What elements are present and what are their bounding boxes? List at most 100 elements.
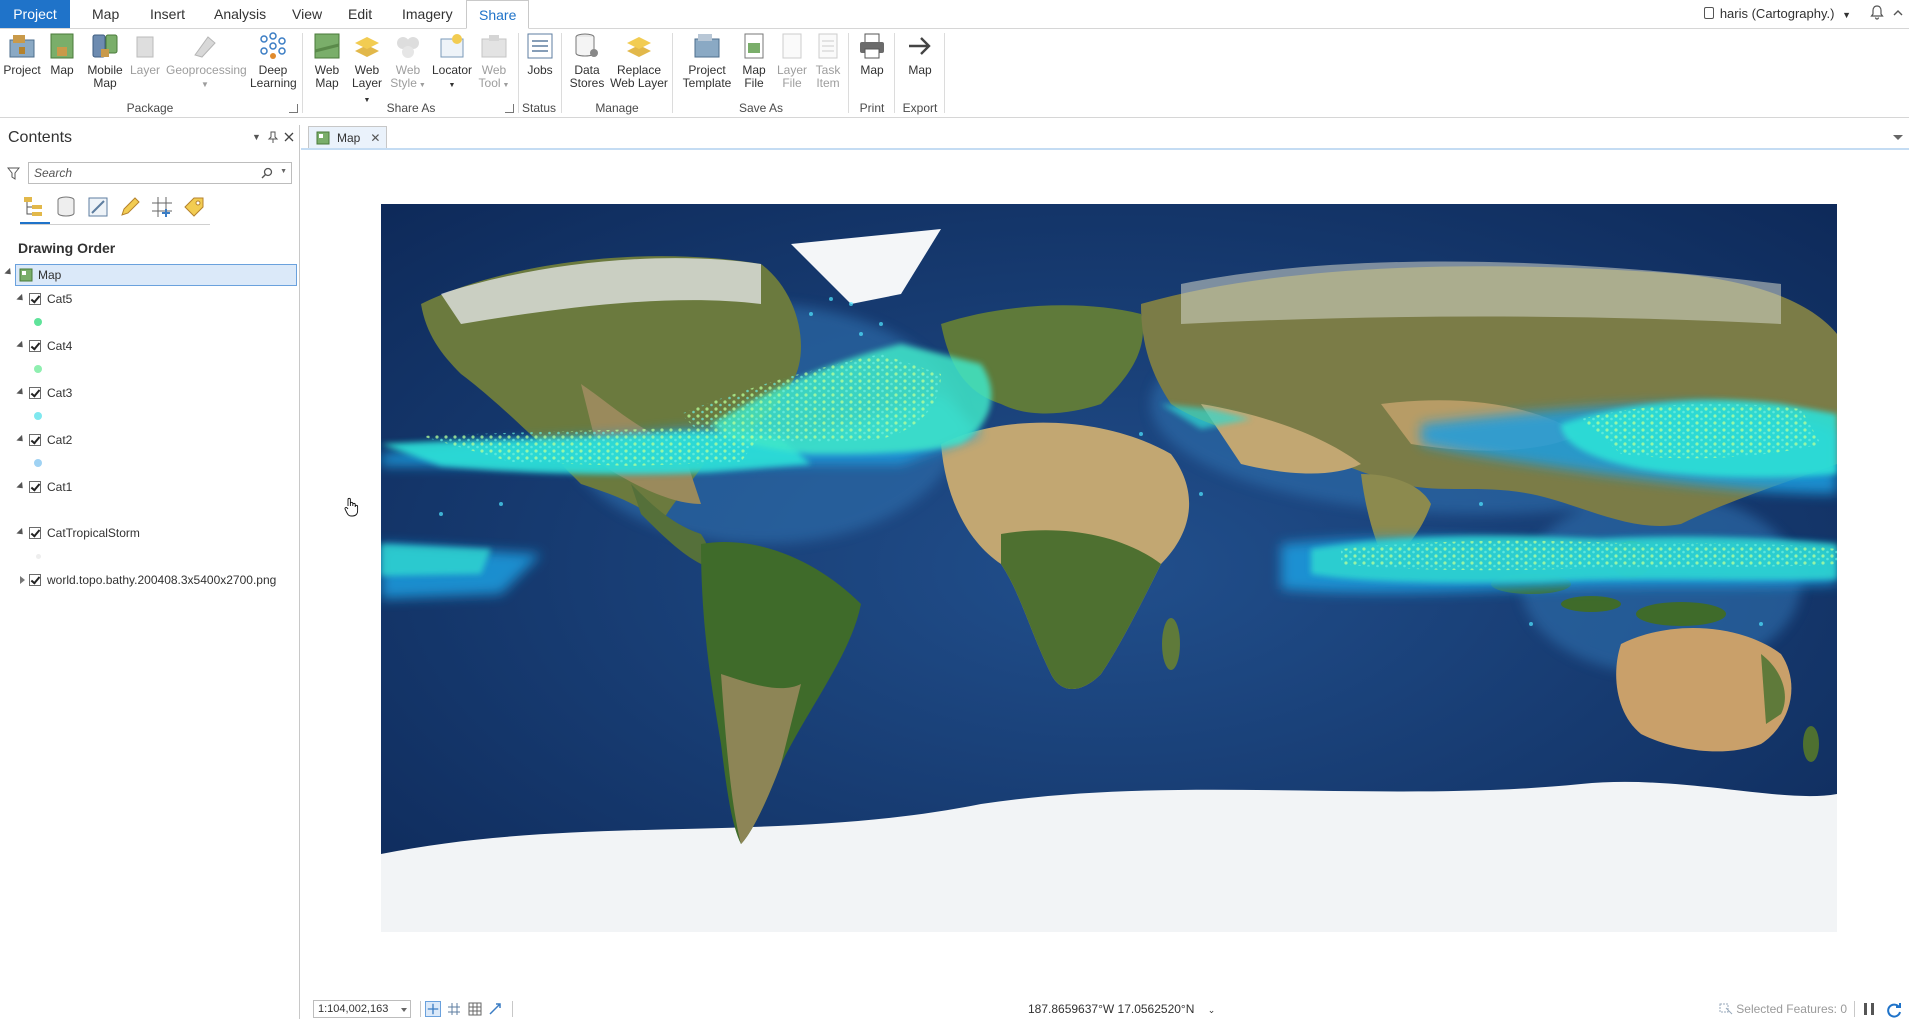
grid-icon[interactable] xyxy=(467,1001,483,1017)
filter-icon[interactable] xyxy=(7,167,20,180)
share-web-map-button[interactable]: Web Map xyxy=(310,31,344,90)
tab-share[interactable]: Share xyxy=(466,0,530,29)
chevron-down-icon: ▼ xyxy=(1842,10,1851,20)
layer-name: CatTropicalStorm xyxy=(47,526,140,540)
geoprocessing-icon xyxy=(194,36,216,58)
task-item-icon xyxy=(818,33,838,59)
list-by-labeling-icon[interactable] xyxy=(182,195,206,219)
share-as-launcher-icon[interactable] xyxy=(505,104,514,113)
data-stores-button[interactable]: Data Stores xyxy=(568,31,606,90)
bell-icon[interactable] xyxy=(1869,5,1885,21)
share-web-layer-button[interactable]: Web Layer ▼ xyxy=(348,31,386,107)
task-item-button[interactable]: Task Item xyxy=(810,31,846,90)
project-template-button[interactable]: Project Template xyxy=(682,31,732,90)
contents-search-input[interactable]: Search ▼ xyxy=(28,162,292,184)
save-as-group-label: Save As xyxy=(738,101,784,115)
expand-arrow-icon[interactable] xyxy=(16,293,26,304)
layer-visibility-checkbox[interactable] xyxy=(29,574,41,586)
jobs-button[interactable]: Jobs xyxy=(524,31,556,77)
tab-view[interactable]: View xyxy=(280,0,334,28)
map-status-bar: 1:104,002,163 187.8659637°W 17.0562520°N… xyxy=(301,987,1909,1019)
list-by-snapping-icon[interactable] xyxy=(150,195,174,219)
selected-features-count[interactable]: Selected Features: 0 xyxy=(1719,1002,1847,1016)
expand-arrow-icon[interactable] xyxy=(16,434,26,445)
package-map-button[interactable]: Map xyxy=(44,31,80,77)
refresh-icon[interactable] xyxy=(1885,1001,1903,1019)
collapsed-arrow-icon[interactable] xyxy=(20,576,25,584)
mobile-map-icon xyxy=(92,34,118,58)
export-map-button[interactable]: Map xyxy=(902,31,938,77)
package-layer-button[interactable]: Layer xyxy=(128,31,162,77)
close-icon[interactable] xyxy=(284,132,294,142)
package-deep-learning-button[interactable]: Deep Learning xyxy=(250,31,297,90)
fixed-zoom-icon[interactable] xyxy=(425,1001,441,1017)
list-by-drawing-order-icon[interactable] xyxy=(22,195,46,219)
ribbon-separator xyxy=(848,33,849,113)
layer-symbol-cat5[interactable] xyxy=(34,318,42,326)
tab-insert[interactable]: Insert xyxy=(138,0,197,28)
map-node[interactable]: Map xyxy=(15,264,297,286)
close-tab-icon[interactable]: ✕ xyxy=(370,131,380,145)
tab-map[interactable]: Map xyxy=(80,0,131,28)
map-node-expander[interactable] xyxy=(4,267,14,278)
layer-row-cat1[interactable]: Cat1 xyxy=(0,478,299,498)
package-launcher-icon[interactable] xyxy=(289,104,298,113)
layer-row-cat2[interactable]: Cat2 xyxy=(0,431,299,451)
tab-edit[interactable]: Edit xyxy=(336,0,384,28)
list-by-selection-icon[interactable] xyxy=(86,195,110,219)
layer-visibility-checkbox[interactable] xyxy=(29,387,41,399)
layer-row-cat3[interactable]: Cat3 xyxy=(0,384,299,404)
pane-options-icon[interactable]: ▼ xyxy=(252,132,261,142)
user-account[interactable]: haris (Cartography.) ▼ xyxy=(1703,0,1851,28)
search-options-icon[interactable]: ▼ xyxy=(280,168,287,175)
layer-visibility-checkbox[interactable] xyxy=(29,434,41,446)
share-locator-button[interactable]: Locator ▼ xyxy=(430,31,474,92)
expand-arrow-icon[interactable] xyxy=(16,481,26,492)
layer-symbol-cat3[interactable] xyxy=(34,412,42,420)
layer-visibility-checkbox[interactable] xyxy=(29,340,41,352)
package-project-button[interactable]: Project xyxy=(2,31,42,77)
toolbar-divider xyxy=(20,224,210,225)
expand-arrow-icon[interactable] xyxy=(16,527,26,538)
package-geoprocessing-button[interactable]: Geoprocessing ▼ xyxy=(166,31,247,91)
list-by-editing-icon[interactable] xyxy=(118,195,142,219)
layer-file-button[interactable]: Layer File xyxy=(774,31,810,90)
map-view-tab[interactable]: Map ✕ xyxy=(308,126,388,149)
search-icon[interactable] xyxy=(261,167,273,179)
pin-icon[interactable] xyxy=(267,131,279,143)
share-web-tool-button[interactable]: Web Tool ▼ xyxy=(476,31,512,92)
layer-row-cat4[interactable]: Cat4 xyxy=(0,337,299,357)
layer-name: world.topo.bathy.200408.3x5400x2700.png xyxy=(47,573,277,587)
layer-visibility-checkbox[interactable] xyxy=(29,527,41,539)
snapping-icon[interactable] xyxy=(446,1001,462,1017)
share-web-style-button[interactable]: Web Style ▼ xyxy=(390,31,426,92)
expand-arrow-icon[interactable] xyxy=(16,387,26,398)
export-group-label: Export xyxy=(902,101,938,115)
layer-symbol-cat2[interactable] xyxy=(34,459,42,467)
contents-title: Contents xyxy=(8,129,73,146)
layer-symbol-cattropicalstorm[interactable] xyxy=(36,554,41,559)
coordinate-format-dropdown-icon[interactable]: ⌄ xyxy=(1208,1005,1216,1015)
print-map-button[interactable]: Map xyxy=(854,31,890,77)
tab-analysis[interactable]: Analysis xyxy=(202,0,278,28)
list-by-data-source-icon[interactable] xyxy=(54,195,78,219)
package-mobile-map-button[interactable]: Mobile Map xyxy=(84,31,126,90)
map-file-button[interactable]: Map File xyxy=(736,31,772,90)
view-options-icon[interactable] xyxy=(1893,135,1903,140)
world-map-canvas[interactable] xyxy=(381,204,1837,932)
layer-row-basemap-image[interactable]: world.topo.bathy.200408.3x5400x2700.png xyxy=(0,571,299,591)
layer-symbol-cat4[interactable] xyxy=(34,365,42,373)
layer-visibility-checkbox[interactable] xyxy=(29,481,41,493)
pause-drawing-icon[interactable] xyxy=(1861,1001,1877,1017)
correction-icon[interactable] xyxy=(487,1001,503,1017)
replace-web-layer-button[interactable]: Replace Web Layer xyxy=(610,31,668,90)
collapse-ribbon-icon[interactable] xyxy=(1891,5,1905,21)
layer-visibility-checkbox[interactable] xyxy=(29,293,41,305)
expand-arrow-icon[interactable] xyxy=(16,340,26,351)
tab-imagery[interactable]: Imagery xyxy=(390,0,465,28)
tab-project[interactable]: Project xyxy=(0,0,70,28)
layer-row-cat5[interactable]: Cat5 xyxy=(0,290,299,310)
map-scale-selector[interactable]: 1:104,002,163 xyxy=(313,1000,411,1018)
layer-row-cattropicalstorm[interactable]: CatTropicalStorm xyxy=(0,524,299,544)
map-icon xyxy=(19,268,33,282)
